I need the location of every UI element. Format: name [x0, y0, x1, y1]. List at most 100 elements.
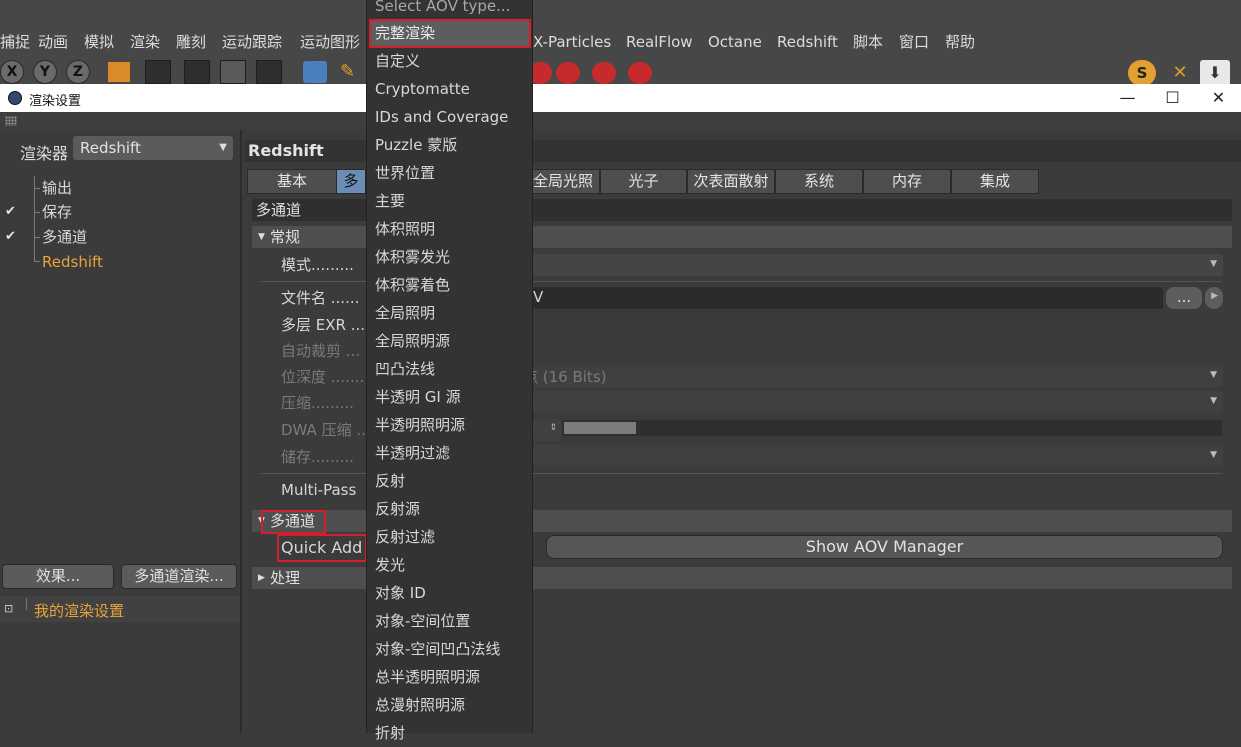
filename-value: V [533, 288, 544, 306]
redshift-dome-icon[interactable] [556, 62, 580, 84]
aov-item-translucency-lighting-raw[interactable]: 半透明照明源 [375, 411, 530, 439]
tree-item-multipass[interactable]: ✔ 多通道 [0, 225, 240, 249]
render-preset-row[interactable]: ⊡ 我的渲染设置 [0, 596, 240, 622]
aov-item-gi[interactable]: 全局照明 [375, 299, 530, 327]
aov-item-total-translucency-lighting-raw[interactable]: 总半透明照明源 [375, 663, 530, 691]
collapse-triangle-icon[interactable]: ▼ [258, 226, 265, 248]
menu-capture[interactable]: 捕捉 [0, 28, 30, 56]
show-aov-manager-button[interactable]: Show AOV Manager [546, 535, 1223, 559]
aov-item-reflections[interactable]: 反射 [375, 467, 530, 495]
cube-primitive-icon[interactable] [303, 61, 327, 83]
s-plugin-icon[interactable]: S [1128, 60, 1156, 86]
aov-item-reflections-filter[interactable]: 反射过滤 [375, 523, 530, 551]
tab-multipass[interactable]: 多 [336, 169, 366, 194]
menu-x-particles[interactable]: X-Particles [533, 28, 611, 56]
y-axis-lock-icon[interactable]: Y [33, 60, 57, 84]
menu-script[interactable]: 脚本 [853, 28, 883, 56]
aov-item-bump-normals[interactable]: 凹凸法线 [375, 355, 530, 383]
menu-realflow[interactable]: RealFlow [626, 28, 693, 56]
x-axis-lock-icon[interactable]: X [0, 60, 24, 84]
menu-sculpt[interactable]: 雕刻 [176, 28, 206, 56]
tab-gi[interactable]: 全局光照 [532, 169, 600, 194]
clapperboard-icon[interactable] [256, 60, 282, 84]
menu-simulate[interactable]: 模拟 [84, 28, 114, 56]
aov-item-full-render[interactable]: 完整渲染 [369, 19, 530, 47]
menu-help[interactable]: 帮助 [945, 28, 975, 56]
slider-thumb[interactable] [564, 422, 636, 434]
download-icon[interactable]: ⬇ [1200, 60, 1230, 86]
tree-item-redshift[interactable]: Redshift [0, 250, 240, 274]
aov-item-volume-fog-emission[interactable]: 体积雾发光 [375, 243, 530, 271]
tab-memory[interactable]: 内存 [863, 169, 951, 194]
compression-select[interactable]: ▼ [533, 391, 1223, 413]
renderer-select[interactable]: Redshift ▼ [73, 136, 233, 160]
aov-item-object-id[interactable]: 对象 ID [375, 579, 530, 607]
dwa-stepper[interactable]: ⇕ [533, 419, 561, 441]
redshift-proxy-icon[interactable] [592, 62, 616, 84]
browse-button[interactable]: ... [1166, 287, 1202, 309]
tree-item-save[interactable]: ✔ 保存 [0, 200, 240, 224]
minimize-button[interactable]: — [1105, 84, 1150, 112]
render-picture-viewer-icon[interactable] [184, 60, 210, 84]
aov-item-cryptomatte[interactable]: Cryptomatte [375, 75, 530, 103]
menu-render[interactable]: 渲染 [130, 28, 160, 56]
menu-octane[interactable]: Octane [708, 28, 762, 56]
bone-tool-icon[interactable]: ✕ [1166, 61, 1194, 85]
tree-item-output[interactable]: 输出 [0, 176, 240, 200]
aov-item-total-diffuse-lighting-raw[interactable]: 总漫射照明源 [375, 691, 530, 719]
redshift-volume-icon[interactable] [628, 62, 652, 84]
render-settings-gear-icon[interactable] [220, 60, 246, 84]
bitdepth-select[interactable]: 点 (16 Bits) ▼ [523, 365, 1223, 387]
render-view-icon[interactable] [145, 60, 171, 84]
z-axis-lock-icon[interactable]: Z [66, 60, 90, 84]
aov-item-main[interactable]: 主要 [375, 187, 530, 215]
tab-basic[interactable]: 基本 [247, 169, 337, 194]
filename-input[interactable]: V [533, 287, 1163, 309]
aov-item-translucency-filter[interactable]: 半透明过滤 [375, 439, 530, 467]
expand-triangle-icon[interactable]: ▶ [258, 567, 265, 589]
collapse-triangle-icon[interactable]: ▼ [258, 510, 265, 532]
aov-item-translucency-gi-raw[interactable]: 半透明 GI 源 [375, 383, 530, 411]
menu-motion-tracking[interactable]: 运动跟踪 [222, 28, 282, 56]
tab-system[interactable]: 系统 [775, 169, 863, 194]
menu-window[interactable]: 窗口 [899, 28, 929, 56]
aov-item-volume-lighting[interactable]: 体积照明 [375, 215, 530, 243]
stepper-arrows-icon[interactable]: ⇕ [549, 423, 557, 433]
aov-item-gi-raw[interactable]: 全局照明源 [375, 327, 530, 355]
tree-item-label: 保存 [42, 203, 73, 221]
aov-item-volume-fog-tint[interactable]: 体积雾着色 [375, 271, 530, 299]
tab-photon[interactable]: 光子 [600, 169, 687, 194]
pen-tool-icon[interactable]: ✎ [340, 61, 364, 83]
dwa-slider[interactable] [562, 420, 1222, 436]
grip-handle-icon[interactable] [5, 116, 17, 126]
tab-integration[interactable]: 集成 [951, 169, 1039, 194]
maximize-button[interactable]: ☐ [1150, 84, 1195, 112]
menu-animation[interactable]: 动画 [38, 28, 68, 56]
close-button[interactable]: ✕ [1196, 84, 1241, 112]
quick-add-label[interactable]: Quick Add [281, 537, 362, 559]
aov-item-ids-coverage[interactable]: IDs and Coverage [375, 103, 530, 131]
aov-item-emission[interactable]: 发光 [375, 551, 530, 579]
preset-name: 我的渲染设置 [34, 602, 125, 620]
aov-item-refractions[interactable]: 折射 [375, 719, 530, 747]
effects-button[interactable]: 效果... [2, 564, 114, 589]
menu-redshift[interactable]: Redshift [777, 28, 838, 56]
storage-select[interactable]: ▼ [533, 445, 1223, 467]
aov-item-world-position[interactable]: 世界位置 [375, 159, 530, 187]
aov-item-object-space-position[interactable]: 对象-空间位置 [375, 607, 530, 635]
menu-mograph[interactable]: 运动图形 [300, 28, 360, 56]
aov-item-object-space-bump-normals[interactable]: 对象-空间凹凸法线 [375, 635, 530, 663]
multipass-render-button[interactable]: 多通道渲染... [121, 564, 237, 589]
world-coords-cube-icon[interactable] [108, 62, 130, 82]
autocrop-label: 自动裁剪 ... [281, 342, 361, 360]
aov-item-puzzle-matte[interactable]: Puzzle 蒙版 [375, 131, 530, 159]
expand-toggle-icon[interactable]: ⊡ [4, 603, 14, 614]
mode-select[interactable]: ▼ [533, 254, 1223, 276]
aov-item-custom[interactable]: 自定义 [375, 47, 530, 75]
bitdepth-label: 位深度 ....... [281, 368, 365, 386]
checkmark-icon[interactable]: ✔ [5, 225, 19, 249]
checkmark-icon[interactable]: ✔ [5, 200, 19, 224]
aov-item-reflections-raw[interactable]: 反射源 [375, 495, 530, 523]
options-arrow-button[interactable]: ▶ [1205, 287, 1223, 309]
tab-sss[interactable]: 次表面散射 [687, 169, 775, 194]
